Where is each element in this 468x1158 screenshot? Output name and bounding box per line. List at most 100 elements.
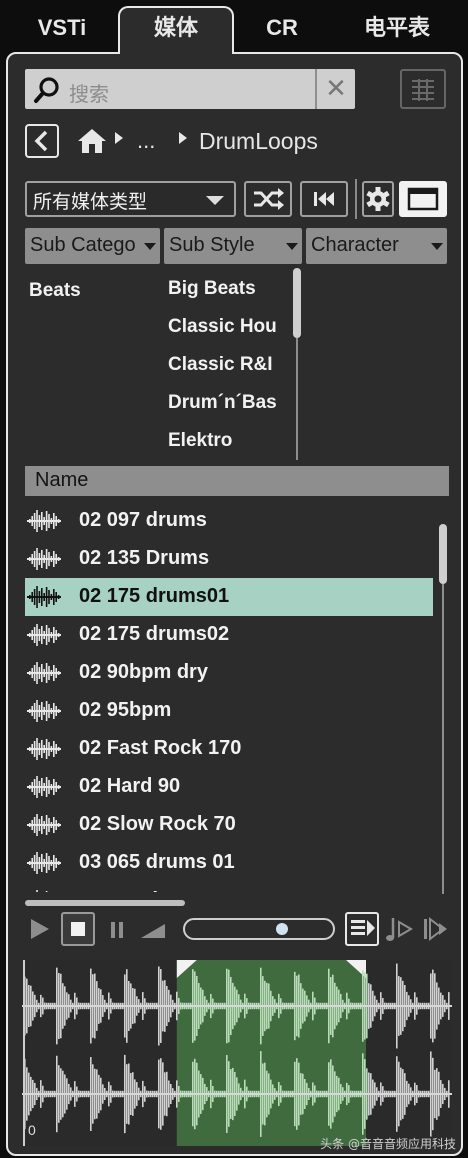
chevron-down-icon: [431, 243, 443, 250]
breadcrumb-ellipsis[interactable]: ...: [137, 128, 155, 154]
tab-media[interactable]: 媒体: [118, 6, 234, 54]
toolbar-divider: [355, 179, 357, 219]
waveform-display[interactable]: [22, 960, 452, 1146]
search-icon: [34, 77, 59, 103]
file-name: 02 135 Drums: [79, 547, 210, 569]
horizontal-scrollbar[interactable]: [25, 900, 185, 906]
skip-back-icon: [314, 192, 334, 206]
audio-file-icon: [27, 738, 61, 760]
style-item[interactable]: Elektro: [168, 428, 286, 456]
sub-category-label: Sub Catego: [30, 234, 136, 256]
audio-file-icon: [27, 586, 61, 608]
chevron-down-icon: [286, 243, 298, 250]
settings-button[interactable]: [362, 181, 394, 217]
style-list: Big Beats Classic Hou Classic R&I Drum´n…: [168, 276, 286, 456]
breadcrumb-arrow-icon: [115, 132, 123, 144]
shuffle-icon: [254, 188, 284, 210]
tab-cr[interactable]: CR: [236, 10, 328, 54]
tab-meter[interactable]: 电平表: [330, 10, 464, 54]
audio-file-icon: [27, 624, 61, 646]
sub-style-filter[interactable]: Sub Style: [164, 228, 302, 264]
media-type-label: 所有媒体类型: [33, 191, 148, 213]
file-name: 02 Fast Rock 170: [79, 737, 242, 759]
file-name: 02 Hard 90: [79, 775, 181, 797]
tab-vsti[interactable]: VSTi: [8, 10, 116, 54]
audio-file-icon: [36, 890, 48, 892]
waveform-preview[interactable]: 0: [22, 960, 452, 1146]
file-name: 02 097 drums: [79, 509, 207, 531]
volume-slider[interactable]: [183, 918, 335, 940]
audio-file-icon: [27, 700, 61, 722]
list-play-icon: [351, 920, 375, 936]
list-scrollbar[interactable]: [439, 524, 447, 584]
loop-icon[interactable]: [139, 920, 169, 940]
file-row[interactable]: 02 175 drums02: [25, 616, 433, 654]
breadcrumb-current-folder[interactable]: DrumLoops: [199, 128, 318, 155]
file-row[interactable]: 02 95bpm: [25, 692, 433, 730]
name-column-header[interactable]: Name: [25, 466, 449, 496]
file-row[interactable]: 02 Slow Rock 70: [25, 806, 433, 844]
playhead-cursor: [23, 960, 25, 1146]
sub-style-label: Sub Style: [169, 234, 255, 256]
window-icon: [407, 187, 439, 211]
category-item-beats[interactable]: Beats: [29, 280, 81, 302]
tab-bar: VSTi 媒体 CR 电平表: [0, 0, 468, 54]
style-item[interactable]: Drum´n´Bas: [168, 390, 286, 428]
file-row[interactable]: 02 90bpm dry: [25, 654, 433, 692]
breadcrumb-arrow-icon: [179, 132, 187, 144]
volume-knob[interactable]: [276, 923, 289, 935]
file-row[interactable]: 02 175 drums01: [25, 578, 433, 616]
transport-bar: [25, 912, 449, 948]
waveform-start-label: 0: [28, 1122, 36, 1138]
audio-file-icon: [27, 814, 61, 836]
file-row[interactable]: 02 135 Drums: [25, 540, 433, 578]
grid-icon: [412, 79, 434, 101]
file-list: 02 097 drums 02 135 Drums 02 175 drums01 02…: [25, 502, 433, 892]
pause-icon[interactable]: [109, 920, 127, 940]
preview-window-button[interactable]: [399, 181, 447, 217]
home-icon[interactable]: [77, 128, 107, 154]
chevron-left-icon: [34, 130, 48, 152]
file-name: 03 065 drums 01: [79, 851, 235, 873]
music-note-icon[interactable]: [385, 914, 415, 944]
character-filter[interactable]: Character: [306, 228, 447, 264]
step-forward-icon[interactable]: [421, 914, 451, 944]
file-row[interactable]: 02 Fast Rock 170: [25, 730, 433, 768]
audio-file-icon: [27, 510, 61, 532]
audio-file-icon: [27, 852, 61, 874]
audio-file-icon: [27, 548, 61, 570]
list-view-button[interactable]: [400, 69, 446, 109]
media-panel: 搜索 ✕ ... DrumLoops 所有媒体类型 Sub Catego Sub…: [6, 52, 463, 1156]
stop-button[interactable]: [61, 912, 95, 946]
chevron-down-icon: [144, 243, 156, 250]
file-row[interactable]: 03 065 drums 02: [25, 882, 433, 892]
list-scroll-track: [442, 584, 444, 894]
media-type-select[interactable]: 所有媒体类型: [25, 181, 236, 217]
style-item[interactable]: Big Beats: [168, 276, 286, 314]
style-item[interactable]: Classic Hou: [168, 314, 286, 352]
audio-file-icon: [27, 662, 61, 684]
watermark: 头条 @音音音频应用科技: [320, 1137, 456, 1151]
file-row[interactable]: 03 065 drums 01: [25, 844, 433, 882]
breadcrumb: ... DrumLoops: [25, 122, 445, 158]
shuffle-button[interactable]: [244, 181, 292, 217]
character-label: Character: [311, 234, 399, 256]
back-button[interactable]: [25, 124, 59, 158]
style-item[interactable]: Classic R&I: [168, 352, 286, 390]
search-placeholder: 搜索: [69, 82, 109, 106]
file-name: 02 90bpm dry: [79, 661, 208, 683]
gear-icon: [366, 187, 390, 211]
file-name: 03 065 drums 02: [79, 889, 235, 892]
auto-play-button[interactable]: [345, 912, 379, 946]
chevron-down-icon: [206, 196, 224, 205]
search-input[interactable]: 搜索 ✕: [25, 69, 355, 109]
sub-category-filter[interactable]: Sub Catego: [25, 228, 160, 264]
clear-search-button[interactable]: ✕: [315, 69, 355, 109]
file-name: 02 175 drums02: [79, 623, 230, 645]
previous-button[interactable]: [300, 181, 348, 217]
file-row[interactable]: 02 097 drums: [25, 502, 433, 540]
style-scrollbar[interactable]: [293, 268, 301, 338]
file-row[interactable]: 02 Hard 90: [25, 768, 433, 806]
audio-file-icon: [27, 776, 61, 798]
play-icon[interactable]: [29, 918, 51, 940]
